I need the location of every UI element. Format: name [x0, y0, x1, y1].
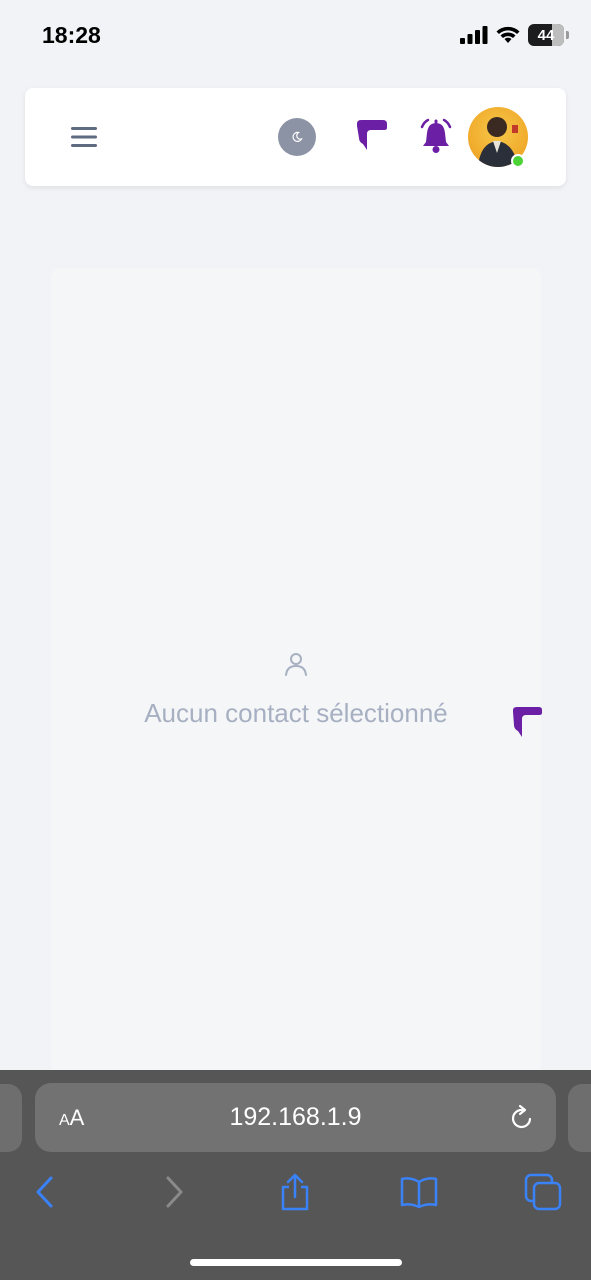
share-icon[interactable]: [275, 1172, 315, 1212]
status-bar: 18:28 44: [0, 0, 591, 70]
conversation-panel: Aucun contact sélectionné: [51, 268, 541, 1080]
tabs-icon[interactable]: [523, 1172, 563, 1212]
previous-tab-preview[interactable]: [0, 1084, 22, 1152]
signal-icon: [460, 26, 488, 44]
battery-indicator: 44: [528, 24, 564, 46]
next-tab-preview[interactable]: [568, 1084, 591, 1152]
empty-state-text: Aucun contact sélectionné: [144, 698, 448, 728]
battery-tip: [566, 31, 569, 39]
reload-icon[interactable]: [507, 1103, 537, 1133]
bell-icon[interactable]: [418, 118, 454, 156]
address-bar[interactable]: AA 192.168.1.9: [35, 1083, 556, 1152]
top-navbar: [25, 88, 566, 186]
user-icon: [285, 653, 307, 676]
url-text[interactable]: 192.168.1.9: [35, 1103, 556, 1132]
home-indicator[interactable]: [190, 1259, 402, 1266]
moon-icon: [292, 131, 303, 142]
battery-level: 44: [537, 26, 555, 44]
online-status-dot: [511, 154, 525, 168]
browser-toolbar: AA 192.168.1.9: [0, 1070, 591, 1280]
wifi-icon: [496, 26, 520, 43]
status-time: 18:28: [42, 22, 101, 48]
chat-bubble-icon[interactable]: [353, 118, 389, 156]
forward-icon[interactable]: [153, 1172, 193, 1212]
theme-toggle-button[interactable]: [278, 118, 316, 156]
bookmarks-icon[interactable]: [399, 1172, 439, 1212]
back-icon[interactable]: [26, 1172, 66, 1212]
hamburger-menu-icon[interactable]: [69, 124, 99, 150]
floating-chat-icon[interactable]: [509, 704, 545, 740]
status-icons: 44: [460, 24, 569, 46]
